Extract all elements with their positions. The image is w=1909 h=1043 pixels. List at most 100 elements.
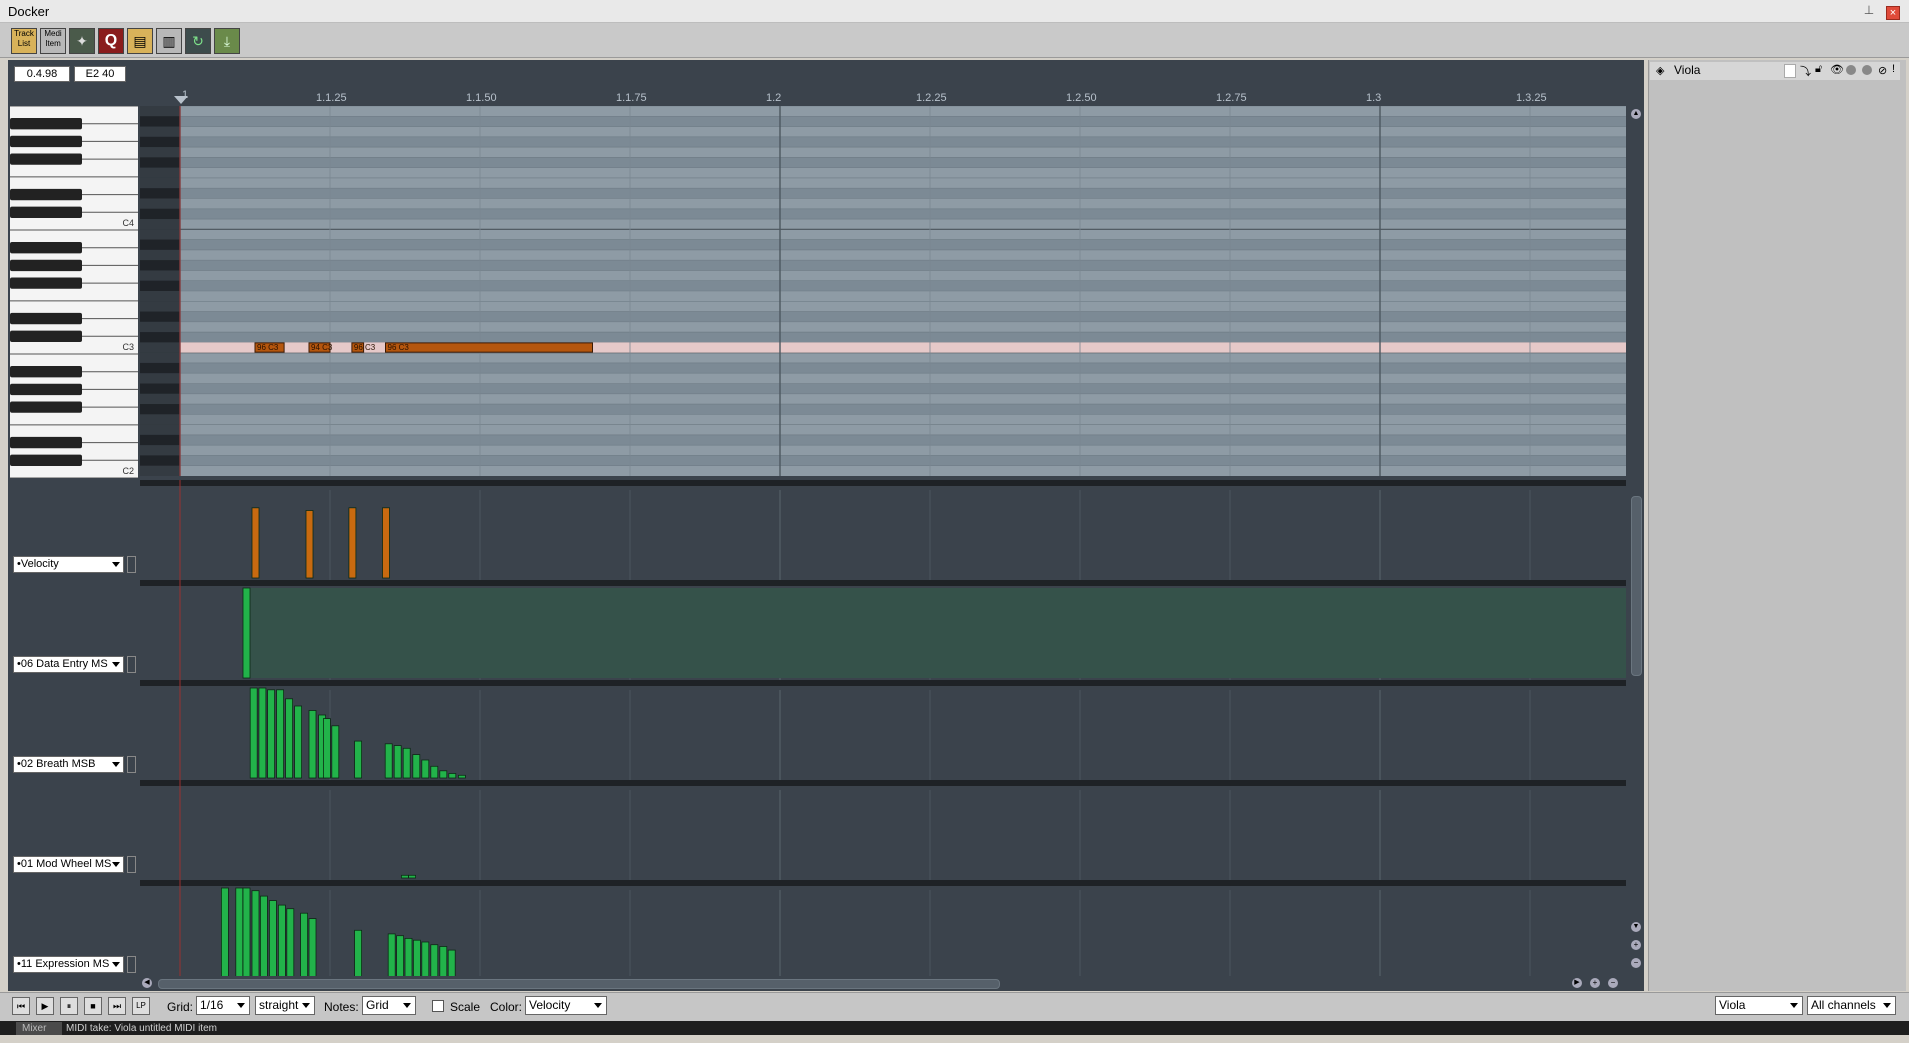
piano-black-key[interactable] bbox=[10, 312, 82, 325]
playhead-marker-icon[interactable] bbox=[174, 96, 188, 104]
mod-wheel-lane[interactable] bbox=[140, 780, 1626, 880]
cc-event-bar[interactable] bbox=[412, 939, 421, 976]
pause-button[interactable]: ⏸ bbox=[60, 997, 78, 1015]
go-to-start-button[interactable]: ⏮ bbox=[12, 997, 30, 1015]
loop-button[interactable]: ↻ bbox=[185, 28, 211, 54]
stop-button[interactable]: ■ bbox=[84, 997, 102, 1015]
cc-event-bar[interactable] bbox=[251, 890, 260, 976]
cc-event-bar[interactable] bbox=[348, 507, 357, 579]
cc-event-bar[interactable] bbox=[384, 743, 393, 779]
cc-event-bar[interactable] bbox=[322, 718, 331, 779]
cc-event-bar[interactable] bbox=[242, 887, 251, 976]
media-item-button[interactable]: Medi Item bbox=[40, 28, 66, 54]
cc-event-bar[interactable] bbox=[354, 929, 363, 976]
cc-event-bar[interactable] bbox=[267, 689, 275, 779]
cc-event-bar[interactable] bbox=[387, 933, 396, 976]
piano-black-key[interactable] bbox=[10, 454, 82, 466]
track-select[interactable]: Viola bbox=[1715, 996, 1803, 1015]
velocity-lane[interactable] bbox=[140, 480, 1626, 580]
piano-black-key[interactable] bbox=[10, 436, 82, 449]
lane-separator[interactable] bbox=[140, 880, 1626, 886]
position-time-field[interactable]: 0.4.98 bbox=[14, 66, 70, 82]
zoom-in-vertical-icon[interactable]: + bbox=[1631, 940, 1641, 950]
cc-event-bar[interactable] bbox=[249, 687, 258, 779]
expression-lane-select[interactable]: •11 Expression MS bbox=[13, 956, 124, 973]
horizontal-scroll-thumb[interactable] bbox=[158, 979, 1000, 989]
piano-black-key[interactable] bbox=[10, 153, 82, 165]
cc-event-bar[interactable] bbox=[221, 887, 229, 976]
track-list-button[interactable]: Track List bbox=[11, 28, 37, 54]
piano-black-key[interactable] bbox=[10, 242, 82, 254]
scroll-down-icon[interactable]: ▼ bbox=[1631, 922, 1641, 932]
mixer-tab[interactable]: Mixer bbox=[16, 1022, 62, 1035]
cc-event-bar[interactable] bbox=[285, 698, 294, 779]
piano-roll-grid[interactable]: 96 C3 94 C3 96 C3 96 C3 bbox=[140, 106, 1626, 476]
cc-event-bar[interactable] bbox=[260, 895, 268, 976]
timeline-ruler[interactable] bbox=[140, 60, 1626, 106]
cc-event-bar[interactable] bbox=[286, 908, 295, 976]
piano-keyboard[interactable]: C4 C3 C2 bbox=[10, 106, 138, 478]
track-mute-icon[interactable]: ⊘ bbox=[1878, 64, 1887, 77]
track-expand-icon[interactable]: ◈ bbox=[1656, 64, 1664, 77]
cc-event-bar[interactable] bbox=[439, 946, 448, 977]
piano-black-key[interactable] bbox=[10, 118, 82, 130]
play-button[interactable]: ▶ bbox=[36, 997, 54, 1015]
cc-event-bar[interactable] bbox=[396, 935, 405, 976]
color-mode-select[interactable]: Velocity bbox=[525, 996, 607, 1015]
piano-black-key[interactable] bbox=[10, 277, 82, 289]
cc-event-bar[interactable] bbox=[430, 944, 439, 976]
scroll-left-icon[interactable]: ◀ bbox=[142, 978, 152, 988]
step-input-button[interactable]: ⤓ bbox=[214, 28, 240, 54]
zoom-out-vertical-icon[interactable]: − bbox=[1631, 958, 1641, 968]
track-visible-icon[interactable]: 👁︎ bbox=[1830, 63, 1844, 76]
track-record-icon[interactable] bbox=[1846, 65, 1856, 75]
cc-event-bar[interactable] bbox=[448, 773, 457, 779]
lane-separator[interactable] bbox=[140, 580, 1626, 586]
horizontal-scrollbar[interactable]: ◀ ▶ + − bbox=[140, 976, 1628, 991]
piano-black-key[interactable] bbox=[10, 401, 82, 413]
scroll-up-icon[interactable]: ▲ bbox=[1631, 109, 1641, 119]
cc-event-bar[interactable] bbox=[421, 759, 430, 779]
lane-separator[interactable] bbox=[140, 780, 1626, 786]
expression-lane[interactable] bbox=[140, 880, 1626, 976]
scroll-right-icon[interactable]: ▶ bbox=[1572, 978, 1582, 988]
cc-event-bar[interactable] bbox=[300, 912, 309, 976]
cc-event-bar[interactable] bbox=[447, 949, 456, 976]
cc-event-bar[interactable] bbox=[251, 507, 260, 579]
breath-lane-select[interactable]: •02 Breath MSB bbox=[13, 756, 124, 773]
piano-black-key[interactable] bbox=[10, 383, 82, 396]
vertical-scrollbar[interactable]: ▲ ▼ + − bbox=[1628, 106, 1644, 976]
close-button[interactable]: × bbox=[1886, 6, 1900, 20]
go-to-end-button[interactable]: ⏭ bbox=[108, 997, 126, 1015]
cc-event-bar[interactable] bbox=[331, 725, 340, 779]
lane-options-button[interactable] bbox=[127, 556, 136, 573]
lane-options-button[interactable] bbox=[127, 956, 136, 973]
cc-event-bar[interactable] bbox=[457, 774, 466, 779]
notes-select[interactable]: Grid bbox=[362, 996, 416, 1015]
grid-button[interactable]: ▥ bbox=[156, 28, 182, 54]
channel-select[interactable]: All channels bbox=[1807, 996, 1896, 1015]
data-entry-lane[interactable] bbox=[140, 580, 1626, 680]
track-color-swatch[interactable] bbox=[1784, 64, 1796, 78]
cc-event-bar[interactable] bbox=[235, 887, 244, 976]
lane-options-button[interactable] bbox=[127, 756, 136, 773]
color-palette-button[interactable]: ✦ bbox=[69, 28, 95, 54]
cc-event-bar[interactable] bbox=[400, 874, 409, 879]
piano-black-key[interactable] bbox=[10, 366, 82, 378]
track-lock-icon[interactable]: 🔓︎ bbox=[1815, 63, 1822, 76]
lane-separator[interactable] bbox=[140, 480, 1626, 486]
cc-event-bar[interactable] bbox=[276, 689, 285, 779]
vertical-scroll-thumb[interactable] bbox=[1631, 496, 1642, 676]
lane-options-button[interactable] bbox=[127, 856, 136, 873]
cc-event-bar[interactable] bbox=[294, 705, 303, 779]
cc-lanes[interactable] bbox=[140, 480, 1626, 976]
cc-event-bar[interactable] bbox=[408, 874, 417, 879]
cc-event-bar[interactable] bbox=[412, 754, 421, 779]
cc-event-bar[interactable] bbox=[382, 507, 390, 579]
cc-event-bar[interactable] bbox=[430, 765, 439, 779]
cc-event-bar[interactable] bbox=[268, 900, 277, 976]
quantize-button[interactable]: Q bbox=[98, 28, 124, 54]
cc-event-bar[interactable] bbox=[421, 941, 430, 976]
lane-options-button[interactable] bbox=[127, 656, 136, 673]
cc-event-bar[interactable] bbox=[308, 710, 317, 779]
